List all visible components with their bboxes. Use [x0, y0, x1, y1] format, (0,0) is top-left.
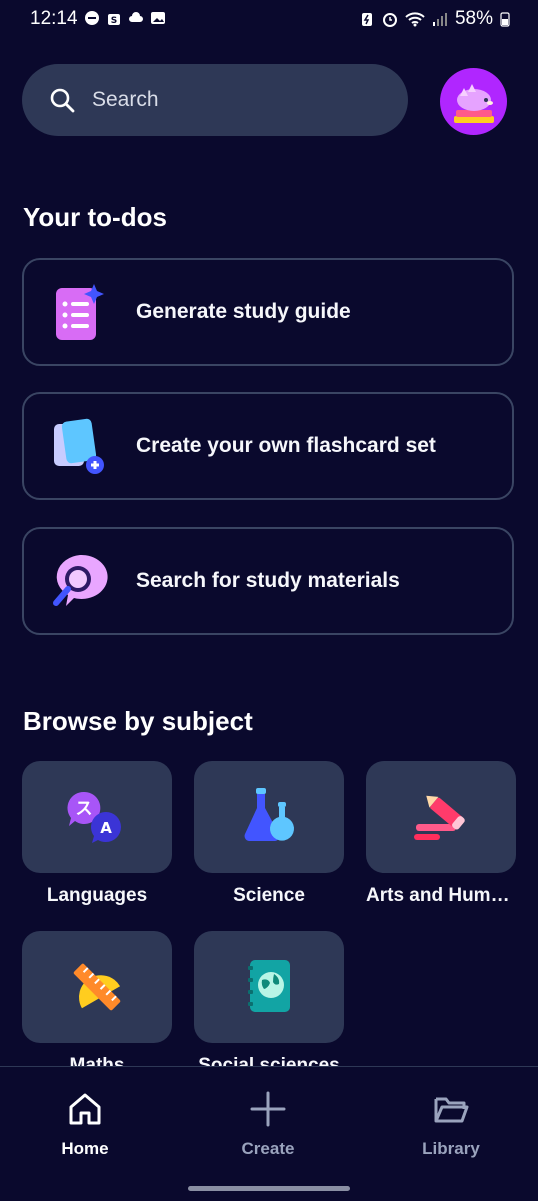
subject-tile[interactable]: ス A: [22, 761, 172, 873]
svg-text:ス: ス: [76, 799, 93, 819]
subject-arts-and-humanities[interactable]: Arts and Humanities: [366, 761, 516, 907]
browse-heading: Browse by subject: [23, 706, 253, 736]
profile-avatar[interactable]: [440, 68, 507, 135]
nav-home-label: Home: [61, 1139, 109, 1158]
cloud-icon: [129, 12, 143, 22]
todos-heading: Your to-dos: [23, 202, 167, 232]
todo-label: Search for study materials: [136, 569, 400, 592]
signal-icon: [432, 13, 447, 26]
subject-science[interactable]: Science: [194, 761, 344, 907]
battery-percent: 58%: [454, 8, 493, 29]
todo-create-flashcard-set[interactable]: Create your own flashcard set: [22, 392, 514, 500]
nav-create-label: Create: [241, 1139, 295, 1158]
search-placeholder: Search: [92, 88, 159, 111]
alarm-icon: [382, 13, 397, 27]
search-bar[interactable]: Search: [22, 64, 408, 136]
todo-search-study-materials[interactable]: Search for study materials: [22, 527, 514, 635]
todo-generate-study-guide[interactable]: Generate study guide: [22, 258, 514, 366]
subject-tile[interactable]: [366, 761, 516, 873]
wifi-icon: [405, 12, 425, 27]
flashcard-add-icon: [54, 418, 104, 474]
subject-label: Science: [233, 885, 305, 906]
subject-label: Arts and Humanities: [366, 885, 516, 906]
nav-create[interactable]: Create: [198, 1085, 338, 1159]
subject-tile[interactable]: [194, 931, 344, 1043]
flask-icon: [244, 788, 294, 841]
magnifier-bubble-icon: [53, 554, 108, 606]
hedgehog-books-icon: [454, 84, 494, 123]
image-icon: [151, 12, 165, 24]
ruler-protractor-icon: [73, 963, 121, 1011]
languages-icon: ス A: [67, 791, 121, 843]
subject-social-sciences[interactable]: Social sciences: [194, 931, 344, 1077]
status-bar: 12:14 S 58%: [0, 0, 538, 38]
folder-icon: [434, 1097, 469, 1123]
study-guide-icon: [56, 284, 104, 340]
todo-label: Generate study guide: [136, 300, 351, 323]
notification-icons: S: [84, 10, 166, 26]
todo-label: Create your own flashcard set: [136, 434, 436, 457]
battery-icon: [500, 12, 510, 27]
shopping-bag-icon: S: [108, 14, 120, 26]
system-icons: 58%: [359, 8, 510, 30]
plus-icon: [250, 1091, 286, 1127]
globe-book-icon: [248, 960, 290, 1012]
search-icon: [50, 88, 75, 113]
battery-saver-icon: [361, 13, 372, 26]
pencil-icon: [414, 795, 465, 840]
subject-languages[interactable]: ス A Languages: [22, 761, 172, 907]
nav-library-label: Library: [422, 1139, 480, 1158]
nav-library[interactable]: Library: [381, 1085, 521, 1159]
svg-text:A: A: [100, 819, 112, 837]
do-not-disturb-icon: [85, 11, 99, 25]
subject-maths[interactable]: Maths: [22, 931, 172, 1077]
subject-tile[interactable]: [22, 931, 172, 1043]
subject-tile[interactable]: [194, 761, 344, 873]
svg-text:S: S: [111, 16, 117, 26]
subject-label: Languages: [46, 885, 148, 906]
nav-home[interactable]: Home: [15, 1085, 155, 1159]
status-time: 12:14: [30, 8, 78, 29]
bottom-navigation: Home Create Library: [0, 1066, 538, 1201]
home-icon: [69, 1093, 101, 1125]
gesture-handle[interactable]: [188, 1186, 350, 1191]
